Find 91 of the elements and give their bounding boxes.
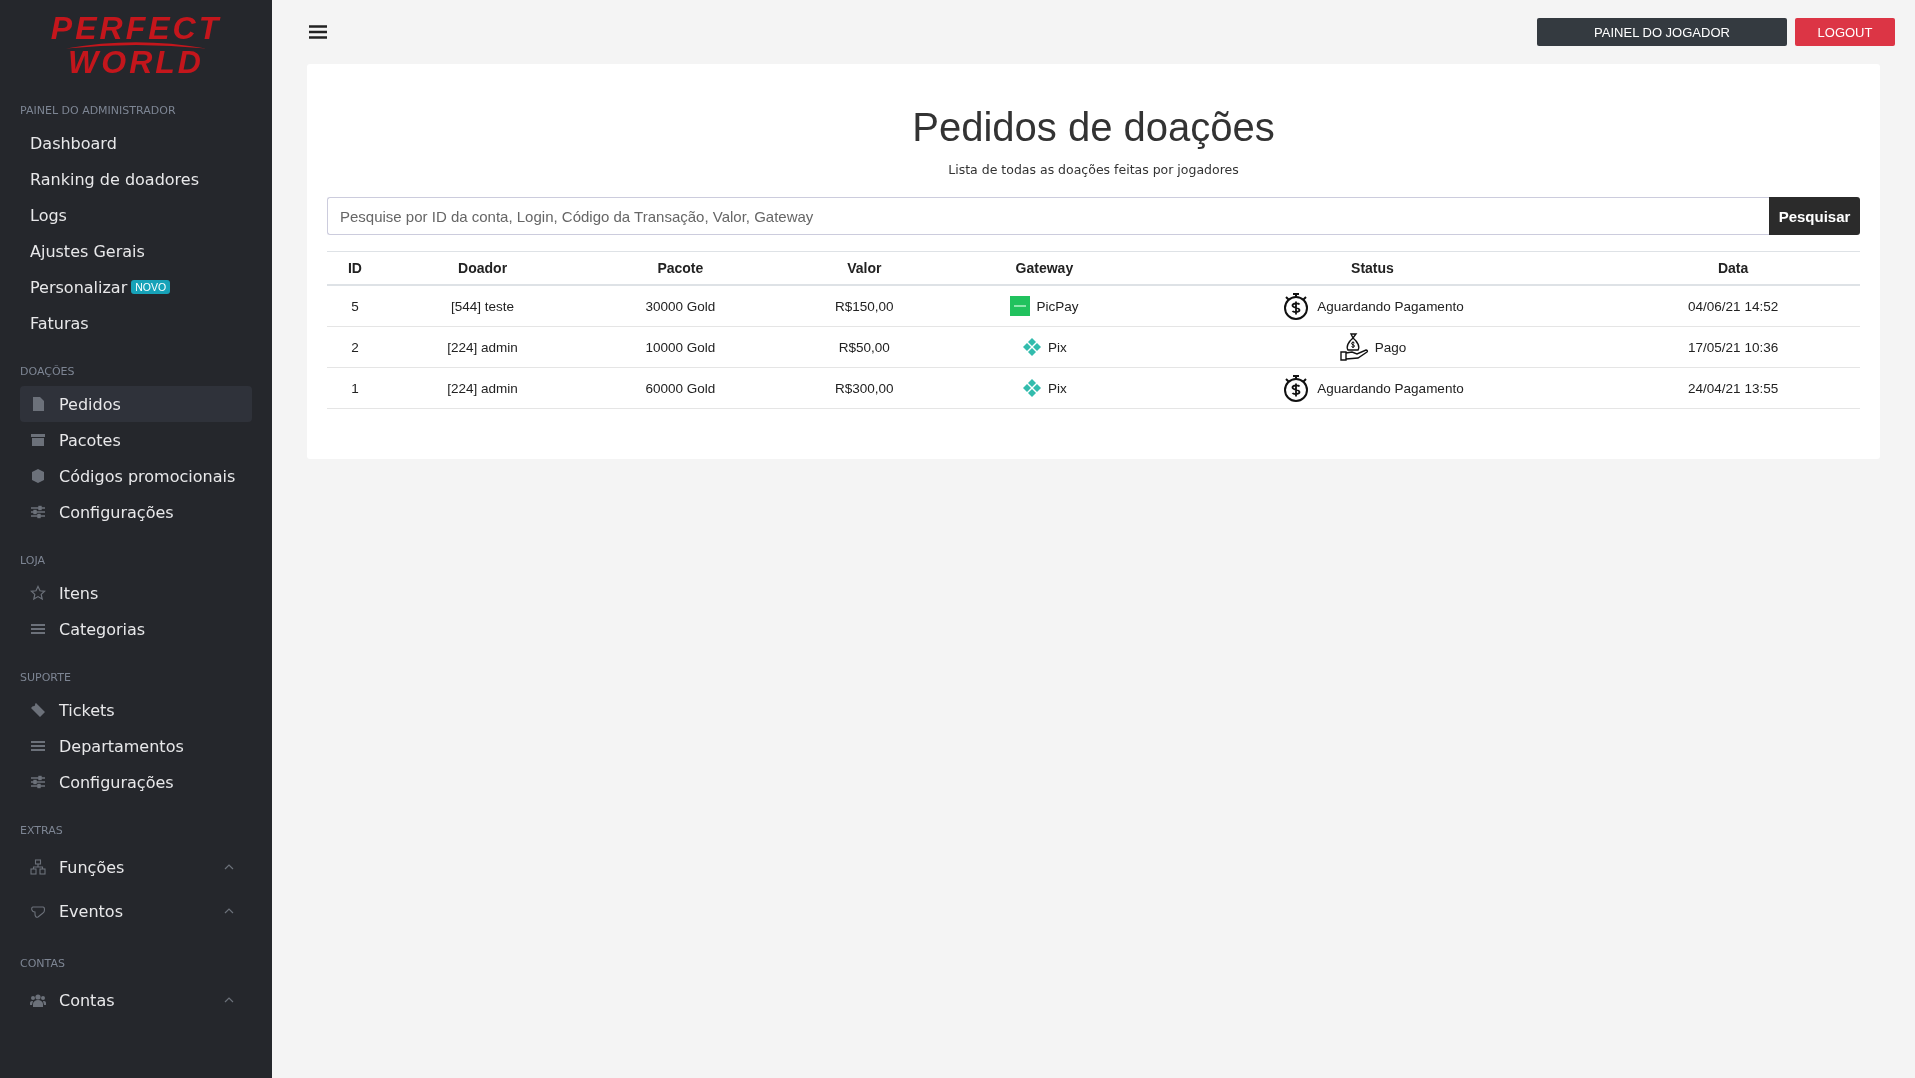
page-subtitle: Lista de todas as doações feitas por jogadores [947,162,1240,177]
sidebar-item[interactable]: Personalizar NOVO [20,269,252,305]
users-icon [30,992,46,1008]
column-header: Data [1717,260,1749,276]
column-header: Doador [458,260,508,276]
star-icon [30,585,46,601]
column-header: Valor [847,260,882,276]
table-cell: Pix [1048,380,1067,396]
column-header: ID [347,260,362,276]
sidebar-item-label: Eventos [59,901,123,921]
sidebar-item[interactable]: Ajustes Gerais [20,233,252,269]
sidebar-item[interactable]: Ranking de doadores [20,161,252,197]
sidebar-item[interactable]: Contas [20,978,252,1022]
logo-text: WORLD [68,46,204,78]
table-cell: 30000 Gold [645,298,716,314]
sidebar-item[interactable]: Departamentos [20,728,252,764]
sidebar-item-label: Ajustes Gerais [30,241,145,261]
sidebar-section-title: LOJA [20,553,46,569]
sidebar-item-label: Categorias [59,619,146,639]
sidebar-item-label: Configurações [59,772,174,792]
sidebar-item[interactable]: Dashboard [20,125,252,161]
table-cell: 24/04/21 13:55 [1688,380,1779,396]
table-cell: [224] admin [447,380,518,396]
search-field[interactable]: Pesquise por ID da conta, Login, Código da Transação, Valor, Gateway [327,197,1769,235]
table-cell: 1 [351,380,359,396]
table-cell: 04/06/21 14:52 [1688,298,1779,314]
sidebar-item-label: Funções [59,857,125,877]
sidebar-item[interactable]: Configurações [20,764,252,800]
sidebar-item[interactable]: Eventos [20,889,252,933]
sidebar-item-label: Logs [30,205,67,225]
sidebar-item-label: Personalizar [30,277,128,297]
table-cell: [224] admin [447,339,518,355]
sidebar-item-label: Códigos promocionais [59,466,236,486]
sidebar-item-label: Faturas [30,313,89,333]
table-cell: [544] teste [451,298,515,314]
page-title: Pedidos de doações [911,104,1276,151]
header-button[interactable]: PAINEL DO JOGADOR [1537,18,1787,46]
table-cell: 60000 Gold [645,380,716,396]
sidebar-item-label: Pacotes [59,430,121,450]
sidebar-item-label: Contas [59,990,115,1010]
search-button[interactable]: Pesquisar [1769,197,1860,235]
table-cell: 17/05/21 10:36 [1688,339,1779,355]
sidebar-section-title: DOAÇÕES [20,364,76,380]
cube-icon [30,468,46,484]
sidebar-item[interactable]: Códigos promocionais [20,458,252,494]
bars-icon [30,738,46,754]
table-cell: Pago [1374,339,1407,355]
sidebar-item-label: Pedidos [59,394,121,414]
sidebar-item[interactable]: Logs [20,197,252,233]
sidebar-item[interactable]: Pedidos [20,386,252,422]
sidebar-item[interactable]: Tickets [20,692,252,728]
sidebar-section-title: PAINEL DO ADMINISTRADOR [20,103,177,119]
column-header: Gateway [1015,260,1074,276]
table-cell: 2 [351,339,359,355]
logo-text: PERFECT [50,12,222,44]
sidebar-item[interactable]: Itens [20,575,252,611]
table-cell: Aguardando Pagamento [1317,380,1464,396]
bars-icon [30,621,46,637]
table-cell: PicPay [1036,298,1079,314]
sliders-icon [30,774,46,790]
header-button[interactable]: LOGOUT [1795,18,1895,46]
sidebar-item[interactable]: Pacotes [20,422,252,458]
table-cell: R$300,00 [835,380,894,396]
menu-icon[interactable] [309,25,327,39]
archive-icon [30,432,46,448]
sidebar-item-label: Tickets [59,700,115,720]
sidebar-section-title: CONTAS [20,956,66,972]
table-cell: Aguardando Pagamento [1317,298,1464,314]
sidebar-section-title: EXTRAS [20,823,64,839]
sidebar-item-label: Itens [59,583,99,603]
sidebar-item-label: Ranking de doadores [30,169,199,189]
sidebar-item[interactable]: Configurações [20,494,252,530]
sitemap-icon [30,859,46,875]
sidebar-item[interactable]: Faturas [20,305,252,341]
sidebar-section-title: SUPORTE [20,670,72,686]
column-header: Status [1351,260,1394,276]
ticket-icon [30,702,46,718]
new-badge: NOVO [131,280,171,294]
file-icon [30,396,46,412]
table-cell: R$150,00 [835,298,894,314]
table-cell: Pix [1048,339,1067,355]
sidebar-item[interactable]: Categorias [20,611,252,647]
sidebar-item[interactable]: Funções [20,845,252,889]
sidebar-item-label: Dashboard [30,133,117,153]
table-cell: 5 [351,298,359,314]
sliders-icon [30,504,46,520]
column-header: Pacote [657,260,704,276]
table-cell: R$50,00 [838,339,890,355]
table-cell: 10000 Gold [645,339,716,355]
sidebar-item-label: Configurações [59,502,174,522]
sidebar-item-label: Departamentos [59,736,184,756]
